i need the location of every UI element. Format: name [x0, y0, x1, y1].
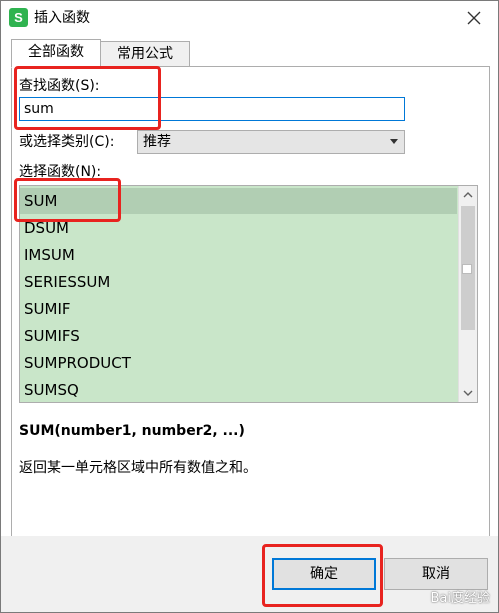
- app-logo-icon: S: [9, 8, 28, 27]
- function-signature: SUM(number1, number2, ...): [19, 423, 245, 439]
- list-item[interactable]: SUMSQ: [20, 377, 457, 402]
- close-icon: [467, 11, 481, 25]
- tab-common-formulas[interactable]: 常用公式: [100, 41, 190, 67]
- list-item[interactable]: SERIESSUM: [20, 269, 457, 295]
- chevron-up-icon: [463, 192, 473, 198]
- category-label: 或选择类别(C):: [19, 134, 115, 150]
- search-input[interactable]: [19, 97, 405, 121]
- cancel-button[interactable]: 取消: [384, 558, 488, 590]
- close-button[interactable]: [460, 5, 488, 31]
- function-list[interactable]: SUM DSUM IMSUM SERIESSUM SUMIF SUMIFS SU…: [19, 185, 478, 403]
- list-item[interactable]: SUMIF: [20, 296, 457, 322]
- scroll-position-marker: [462, 264, 472, 274]
- tab-all-functions[interactable]: 全部函数: [11, 39, 101, 68]
- function-description: 返回某一单元格区域中所有数值之和。: [19, 460, 257, 476]
- dialog-title: 插入函数: [34, 10, 90, 26]
- scroll-down-button[interactable]: [459, 384, 477, 402]
- watermark-text: Bai度经验: [430, 591, 491, 606]
- category-select[interactable]: 推荐: [137, 130, 405, 154]
- list-item[interactable]: IMSUM: [20, 242, 457, 268]
- title-bar: S 插入函数: [1, 1, 498, 34]
- chevron-down-icon: [390, 139, 398, 144]
- list-scrollbar[interactable]: [458, 186, 477, 402]
- chevron-down-icon: [463, 390, 473, 396]
- scroll-up-button[interactable]: [459, 186, 477, 204]
- function-list-label: 选择函数(N):: [19, 164, 102, 180]
- list-item[interactable]: SUM: [20, 188, 457, 214]
- list-item[interactable]: SUMPRODUCT: [20, 350, 457, 376]
- list-item[interactable]: SUMIFS: [20, 323, 457, 349]
- ok-button[interactable]: 确定: [272, 558, 376, 590]
- list-item[interactable]: DSUM: [20, 215, 457, 241]
- category-selected-value: 推荐: [143, 134, 171, 150]
- dialog-footer: 确定 取消: [1, 536, 498, 612]
- search-label: 查找函数(S):: [19, 78, 100, 94]
- insert-function-dialog: S 插入函数 全部函数 常用公式 查找函数(S): 或选择类别(C): 推荐 选…: [0, 0, 499, 613]
